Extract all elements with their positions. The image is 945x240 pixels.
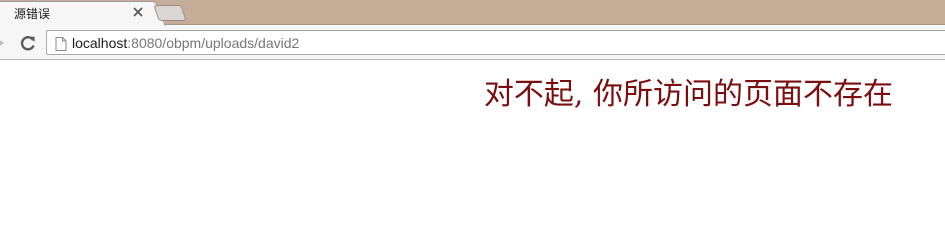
page-content: 对不起, 你所访问的页面不存在 xyxy=(0,61,945,214)
new-tab-button[interactable] xyxy=(153,5,187,21)
url-path: :8080/obpm/uploads/david2 xyxy=(127,35,300,51)
toolbar: localhost:8080/obpm/uploads/david2 xyxy=(0,26,945,60)
tab-strip: 源错误 xyxy=(0,0,945,26)
url-host: localhost xyxy=(72,35,128,51)
close-icon[interactable] xyxy=(131,4,145,18)
url-text: localhost:8080/obpm/uploads/david2 xyxy=(72,35,299,51)
page-icon xyxy=(55,36,67,51)
forward-arrow-icon[interactable] xyxy=(0,35,10,51)
error-message: 对不起, 你所访问的页面不存在 xyxy=(483,77,893,112)
address-bar[interactable]: localhost:8080/obpm/uploads/david2 xyxy=(46,30,945,55)
tab-title: 源错误 xyxy=(14,7,51,21)
browser-window: 源错误 localhost:8080/obpm/uploads/david2 对… xyxy=(0,0,945,214)
reload-icon[interactable] xyxy=(18,33,38,53)
